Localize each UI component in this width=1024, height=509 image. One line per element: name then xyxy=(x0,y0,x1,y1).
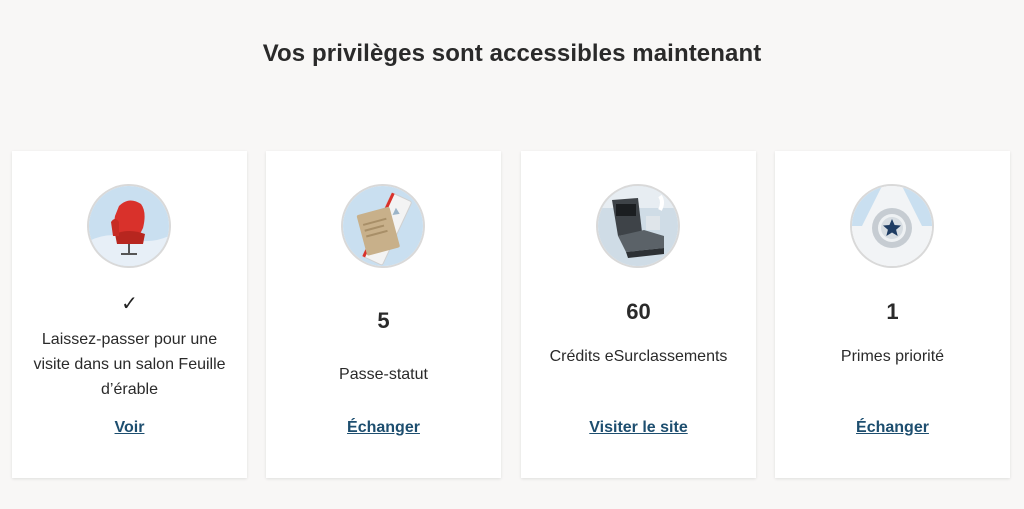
card-description: Passe-statut xyxy=(339,366,428,383)
card-status-pass: 5 Passe-statut Échanger xyxy=(266,151,501,478)
view-link[interactable]: Voir xyxy=(12,419,247,437)
upgrade-credits-count: 60 xyxy=(626,299,651,324)
page-title: Vos privilèges sont accessibles maintena… xyxy=(262,40,762,67)
star-medal-icon xyxy=(852,186,932,266)
airplane-seat-icon xyxy=(598,186,678,266)
visit-site-link[interactable]: Visiter le site xyxy=(521,419,756,437)
card-description: Crédits eSurclassements xyxy=(549,348,728,365)
status-pass-count: 5 xyxy=(377,308,390,333)
card-lounge-pass: ✓ Laissez-passer pour une visite dans un… xyxy=(12,151,247,478)
card-priority-rewards: 1 Primes priorité Échanger xyxy=(775,151,1010,478)
lounge-chair-icon xyxy=(89,186,169,266)
exchange-link[interactable]: Échanger xyxy=(775,419,1010,437)
card-upgrade-credits: 60 Crédits eSurclassements Visiter le si… xyxy=(521,151,756,478)
check-icon: ✓ xyxy=(121,293,138,315)
exchange-link[interactable]: Échanger xyxy=(266,419,501,437)
card-description: Laissez-passer pour une visite dans un s… xyxy=(33,331,226,398)
priority-rewards-count: 1 xyxy=(886,299,899,324)
card-description: Primes priorité xyxy=(840,348,945,365)
status-pass-icon xyxy=(343,186,423,266)
